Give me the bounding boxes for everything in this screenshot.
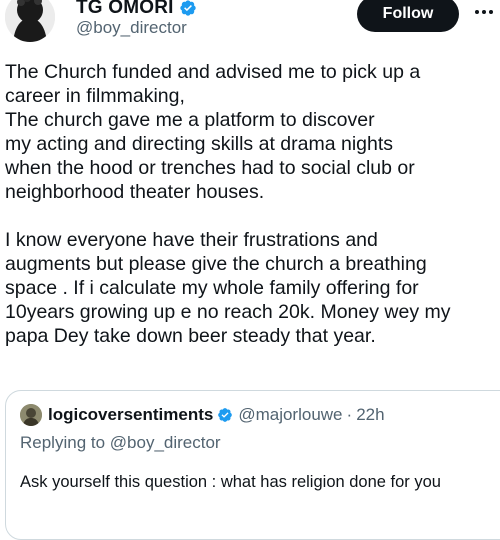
quoted-tweet-timestamp[interactable]: 22h [356,405,384,425]
quoted-author-handle[interactable]: @majorlouwe [238,405,342,425]
author-avatar[interactable] [5,0,55,42]
dot-separator: · [346,405,353,424]
quoted-tweet-text: Ask yourself this question : what has re… [20,473,441,491]
quoted-author-avatar[interactable] [20,404,42,426]
quoted-author-display-name[interactable]: logicoversentiments [48,405,213,425]
more-options-icon[interactable] [472,2,496,22]
replying-to-label: Replying to @boy_director [20,433,221,452]
profile-avatar-image [5,0,55,42]
verified-badge-icon [217,407,233,423]
quoted-tweet-card[interactable]: logicoversentiments @majorlouwe · 22h Re… [5,390,500,540]
tweet-header: TG OMORI @boy_director Follow [0,0,500,50]
author-display-name[interactable]: TG OMORI [76,0,174,19]
tweet-paragraph: The Church funded and advised me to pick… [5,61,421,203]
verified-badge-icon [179,0,197,17]
quoted-tweet-header: logicoversentiments @majorlouwe · 22h [20,404,385,426]
author-handle[interactable]: @boy_director [76,18,187,38]
tweet-paragraph: I know everyone have their frustrations … [5,229,451,347]
tweet-text: The Church funded and advised me to pick… [5,60,497,348]
follow-button[interactable]: Follow [357,0,459,32]
author-name-row: TG OMORI [76,0,197,19]
